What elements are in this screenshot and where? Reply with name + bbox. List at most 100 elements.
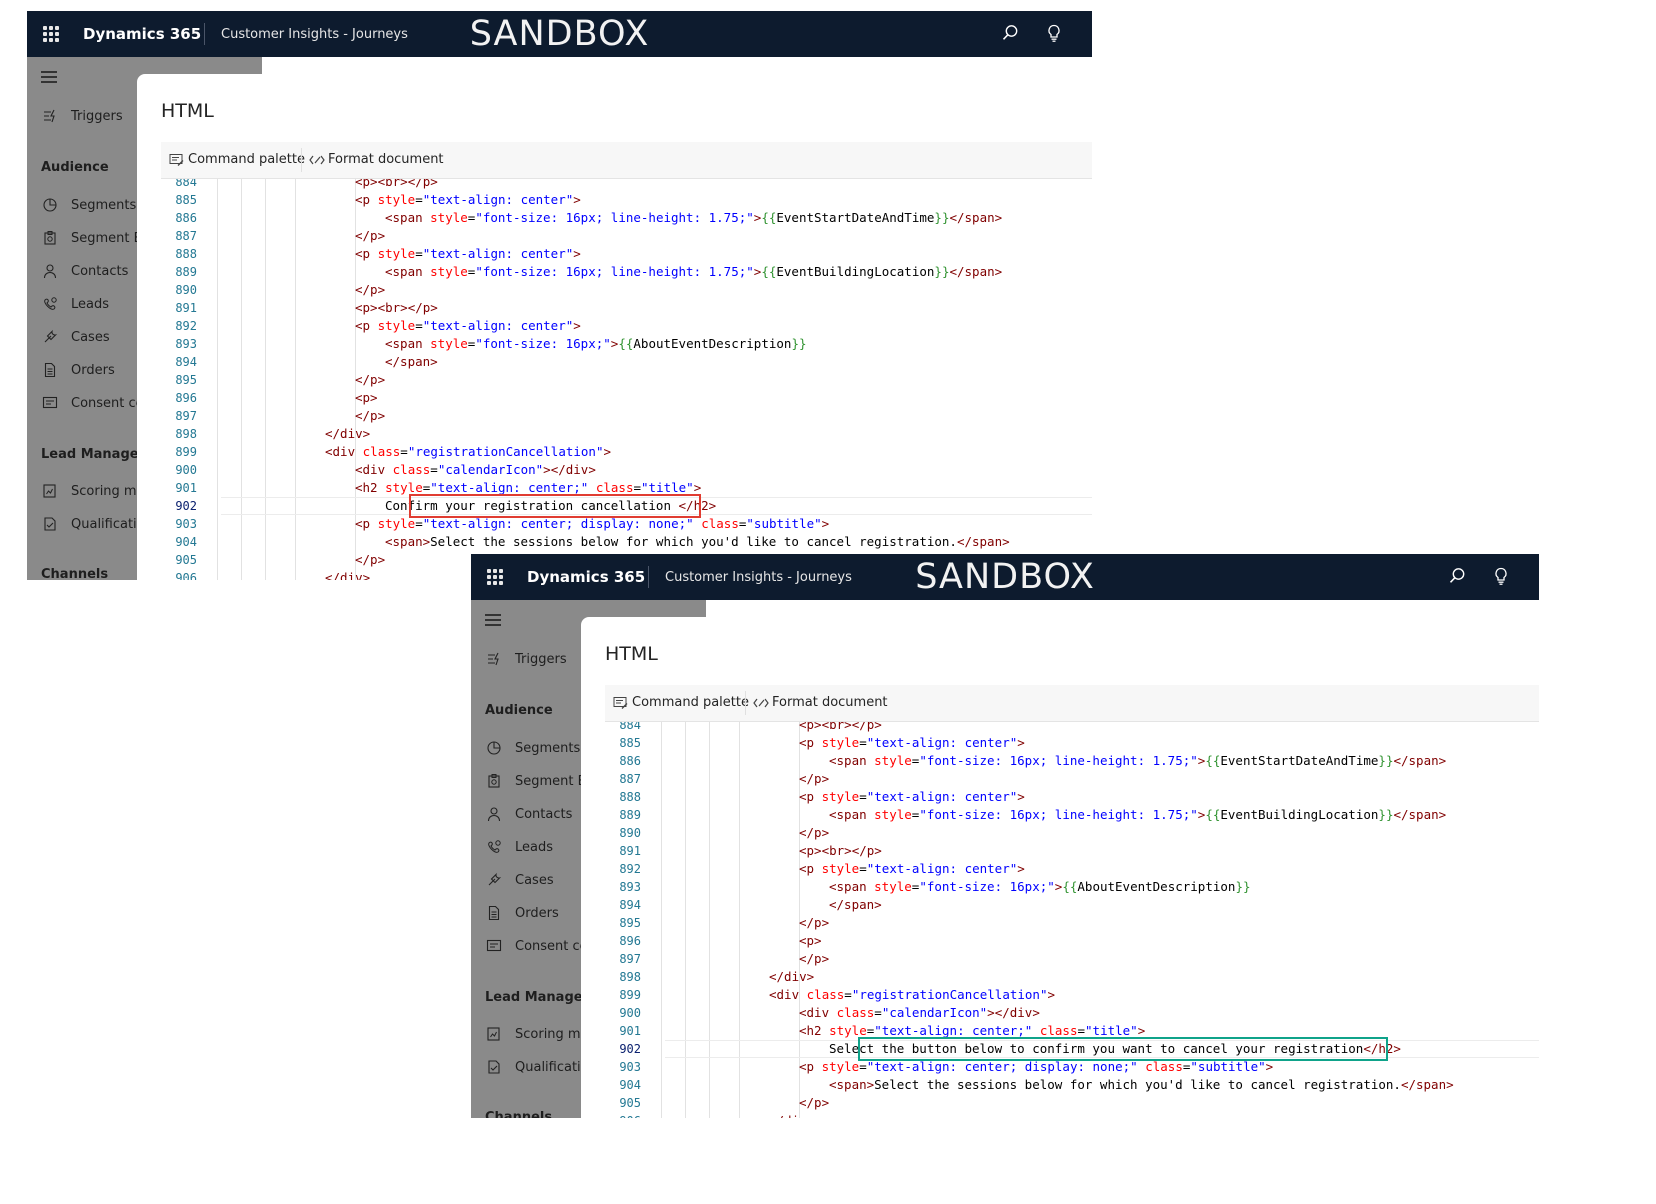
code-token: = xyxy=(859,861,867,876)
line-number: 899 xyxy=(175,445,197,459)
dialog-title: HTML xyxy=(605,643,658,665)
html-editor-dialog: HTML Command palette Format document 884… xyxy=(581,617,1539,1118)
line-number: 899 xyxy=(619,988,641,1002)
code-token: style xyxy=(821,1059,860,1074)
sidebar-item-label: Segments xyxy=(515,740,581,756)
code-token: "text-align: center" xyxy=(422,192,574,207)
search-icon[interactable] xyxy=(1447,566,1467,586)
code-token: <h2 xyxy=(799,1023,830,1038)
code-token: > xyxy=(821,516,830,531)
code-editor[interactable]: 884 <p><br></p> 885 <p style="text-align: c… xyxy=(161,179,1092,580)
code-token: }} xyxy=(1378,807,1394,822)
sidebar-item-label: Leads xyxy=(71,296,110,312)
sidebar-item-scoring-mo[interactable]: Scoring mo xyxy=(485,1022,589,1046)
code-token: style xyxy=(821,735,860,750)
leads-icon xyxy=(485,838,503,856)
code-text: </p> xyxy=(799,1094,829,1112)
scoring-icon xyxy=(485,1025,503,1043)
code-token: style xyxy=(821,789,860,804)
sidebar-heading: Audience xyxy=(485,703,553,718)
code-token: <div xyxy=(769,987,807,1002)
line-number: 901 xyxy=(619,1024,641,1038)
code-token: }} xyxy=(934,264,950,279)
line-number: 894 xyxy=(175,355,197,369)
code-text: </p> xyxy=(355,281,385,299)
code-token: Select the sessions below for which you'… xyxy=(874,1077,1401,1092)
trigger-icon xyxy=(485,650,503,668)
code-text: <p style="text-align: center"> xyxy=(799,734,1025,752)
code-token: </span> xyxy=(956,534,1010,549)
code-token: <span xyxy=(385,210,431,225)
sidebar-item-scoring-mo[interactable]: Scoring mo xyxy=(41,479,145,503)
hamburger-menu-icon[interactable] xyxy=(41,71,59,83)
code-token: <br> xyxy=(821,722,852,732)
code-line: 887 </p> xyxy=(161,227,1092,245)
code-token: </div> xyxy=(769,969,815,984)
code-token: > xyxy=(1265,1059,1274,1074)
trigger-icon xyxy=(41,107,59,125)
format-document-label: Format document xyxy=(772,695,888,710)
code-text: <span style="font-size: 16px; line-heigh… xyxy=(829,752,1446,770)
code-token: </div> xyxy=(325,426,371,441)
sidebar-item-segment-ex[interactable]: Segment Ex xyxy=(485,769,594,793)
sidebar-item-contacts[interactable]: Contacts xyxy=(485,802,572,826)
sidebar-item-triggers[interactable]: Triggers xyxy=(41,104,123,128)
qualification-icon xyxy=(41,515,59,533)
sidebar-item-segments[interactable]: Segments xyxy=(41,193,136,217)
hamburger-menu-icon[interactable] xyxy=(485,614,503,626)
code-text: <p><br></p> xyxy=(355,179,438,191)
sidebar-item-orders[interactable]: Orders xyxy=(41,358,115,382)
screenshot-after: Dynamics 365 Customer Insights - Journey… xyxy=(471,554,1539,1118)
line-number: 892 xyxy=(175,319,197,333)
lightbulb-icon[interactable] xyxy=(1491,566,1511,586)
sidebar-item-triggers[interactable]: Triggers xyxy=(485,647,567,671)
code-token: Select the sessions below for which you'… xyxy=(430,534,957,549)
leads-icon xyxy=(41,295,59,313)
sidebar-item-cases[interactable]: Cases xyxy=(41,325,110,349)
code-token: > xyxy=(1047,987,1056,1002)
code-line: 892 <p style="text-align: center"> xyxy=(161,317,1092,335)
code-token: {{ xyxy=(1062,879,1078,894)
code-editor[interactable]: 884 <p><br></p> 885 <p style="text-align: c… xyxy=(605,722,1539,1118)
code-token: "subtitle" xyxy=(1190,1059,1266,1074)
code-token: "registrationCancellation" xyxy=(407,444,604,459)
code-text: </p> xyxy=(355,371,385,389)
code-token: style xyxy=(377,192,416,207)
code-token: <p> xyxy=(799,933,822,948)
code-line: 885 <p style="text-align: center"> xyxy=(161,191,1092,209)
line-number: 889 xyxy=(619,808,641,822)
sidebar-item-qualificatio[interactable]: Qualificatio xyxy=(485,1055,589,1079)
code-token: = xyxy=(859,789,867,804)
code-line: 905 </p> xyxy=(605,1094,1539,1112)
sidebar-item-label: Cases xyxy=(515,872,554,888)
search-icon[interactable] xyxy=(1000,23,1020,43)
sidebar-item-qualificatio[interactable]: Qualificatio xyxy=(41,512,145,536)
code-token: > xyxy=(1017,861,1025,876)
sidebar-item-contacts[interactable]: Contacts xyxy=(41,259,128,283)
sidebar-item-segments[interactable]: Segments xyxy=(485,736,580,760)
code-token: class xyxy=(836,1005,875,1020)
sidebar-item-cases[interactable]: Cases xyxy=(485,868,554,892)
sidebar-item-consent-ce[interactable]: Consent ce xyxy=(485,934,588,958)
format-document-button[interactable]: Format document xyxy=(753,695,888,710)
code-token: </p> xyxy=(799,915,830,930)
lightbulb-icon[interactable] xyxy=(1044,23,1064,43)
code-line: 884 <p><br></p> xyxy=(161,179,1092,191)
code-token: </p> xyxy=(407,300,438,315)
code-line: 886 <span style="font-size: 16px; line-he… xyxy=(161,209,1092,227)
sidebar-item-consent-ce[interactable]: Consent ce xyxy=(41,391,144,415)
code-token: <div xyxy=(355,462,393,477)
format-document-button[interactable]: Format document xyxy=(309,152,444,167)
command-palette-button[interactable]: Command palette xyxy=(613,695,749,710)
code-line: 896 <p> xyxy=(161,389,1092,407)
command-palette-button[interactable]: Command palette xyxy=(169,152,305,167)
top-navigation-bar: Dynamics 365 Customer Insights - Journey… xyxy=(27,11,1092,57)
line-number: 884 xyxy=(619,722,641,732)
sidebar-item-leads[interactable]: Leads xyxy=(485,835,553,859)
code-token: <span xyxy=(829,753,875,768)
dialog-title: HTML xyxy=(161,100,214,122)
sidebar-item-orders[interactable]: Orders xyxy=(485,901,559,925)
editor-command-bar: Command palette Format document xyxy=(605,685,1539,722)
sidebar-item-leads[interactable]: Leads xyxy=(41,292,109,316)
sidebar-item-segment-ex[interactable]: Segment Ex xyxy=(41,226,150,250)
